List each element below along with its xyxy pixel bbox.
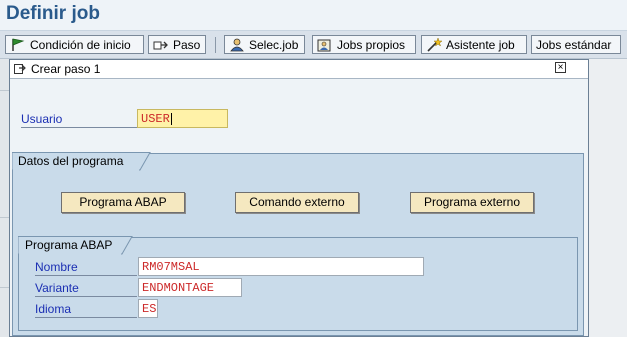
background-area [588, 59, 627, 337]
user-label-text: Usuario [21, 112, 63, 126]
language-input[interactable]: ES [138, 299, 158, 318]
start-condition-label: Condición de inicio [30, 37, 131, 52]
language-label: Idioma [35, 302, 137, 318]
step-icon [153, 41, 168, 49]
person-icon [230, 38, 244, 51]
label-underline [35, 296, 137, 297]
label-underline [35, 317, 137, 318]
external-program-button[interactable]: Programa externo [410, 192, 534, 213]
dialog-header: Crear paso 1 × [10, 60, 588, 79]
step-label: Paso [173, 37, 201, 52]
abap-program-button[interactable]: Programa ABAP [61, 192, 185, 213]
standard-jobs-label: Jobs estándar [536, 37, 612, 52]
label-underline [35, 275, 137, 276]
step-button[interactable]: Paso [148, 35, 206, 54]
external-command-button[interactable]: Comando externo [235, 192, 359, 213]
select-job-label: Selec.job [249, 37, 299, 52]
own-jobs-label: Jobs propios [337, 37, 406, 52]
window-title: Definir job [6, 3, 100, 24]
text-cursor [170, 112, 172, 125]
title-bar: Definir job [0, 0, 627, 31]
application-toolbar: Condición de inicio Paso Selec.job Jobs … [0, 31, 627, 59]
own-jobs-icon [317, 39, 331, 51]
variant-label-text: Variante [35, 281, 79, 295]
standard-jobs-button[interactable]: Jobs estándar [531, 35, 621, 54]
own-jobs-button[interactable]: Jobs propios [312, 35, 416, 54]
name-label: Nombre [35, 260, 137, 276]
variant-input[interactable]: ENDMONTAGE [138, 278, 242, 297]
user-input[interactable]: USER [137, 109, 228, 128]
create-step-dialog: Crear paso 1 × Usuario USER Datos del pr… [9, 59, 589, 337]
job-wizard-button[interactable]: Asistente job [421, 35, 527, 54]
start-condition-button[interactable]: Condición de inicio [5, 35, 144, 54]
create-step-icon [14, 64, 26, 74]
user-label: Usuario [21, 112, 139, 128]
dialog-title: Crear paso 1 [31, 62, 101, 76]
label-underline [21, 127, 139, 128]
close-icon[interactable]: × [555, 62, 566, 73]
name-label-text: Nombre [35, 260, 78, 274]
language-label-text: Idioma [35, 302, 72, 316]
job-wizard-label: Asistente job [446, 37, 515, 52]
abap-program-group-title: Programa ABAP [25, 238, 113, 252]
select-job-button[interactable]: Selec.job [224, 35, 305, 54]
program-data-title: Datos del programa [18, 154, 124, 168]
wizard-icon [427, 37, 442, 52]
user-value: USER [141, 112, 170, 126]
toolbar-separator [215, 37, 216, 53]
program-name-input[interactable]: RM07MSAL [138, 257, 424, 276]
flag-icon [12, 38, 25, 51]
variant-label: Variante [35, 281, 137, 297]
